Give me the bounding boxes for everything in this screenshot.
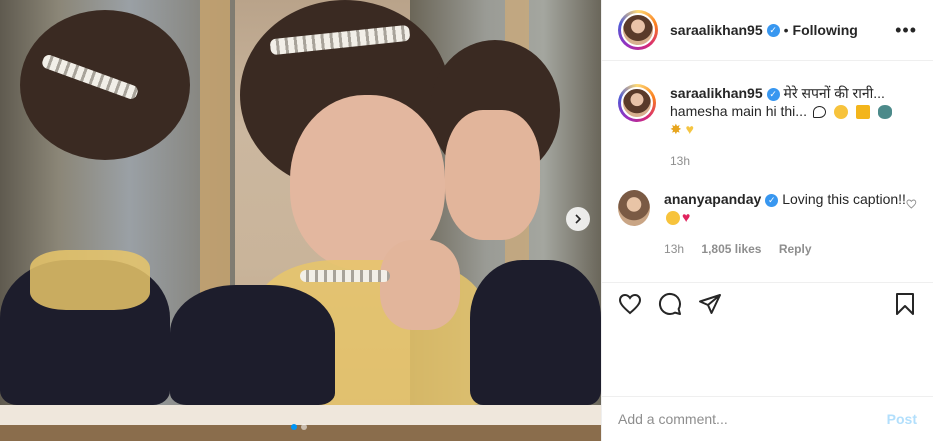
comment-username[interactable]: ananyapanday xyxy=(664,191,761,207)
more-options-icon[interactable]: ••• xyxy=(895,20,917,41)
photo-border xyxy=(0,405,601,441)
comment-button[interactable] xyxy=(658,292,682,316)
share-button[interactable] xyxy=(698,292,722,316)
caption-line1: मेरे सपनों की रानी... xyxy=(783,85,885,101)
carousel-indicator xyxy=(291,424,307,430)
caption-text: saraalikhan95 ✓ मेरे सपनों की रानी... xyxy=(670,84,894,102)
avatar[interactable] xyxy=(621,87,653,119)
header-username[interactable]: saraalikhan95 xyxy=(670,22,763,38)
red-heart-emoji: ♥ xyxy=(682,209,691,225)
add-comment-bar: Post xyxy=(602,396,933,441)
paper-plane-icon xyxy=(699,293,721,314)
thinking-face-emoji xyxy=(833,105,848,120)
caption-avatar-ring[interactable] xyxy=(618,84,656,122)
reflection-face-right xyxy=(445,110,540,240)
reflection-dupatta-left xyxy=(30,250,150,310)
bookmark-icon xyxy=(896,292,914,315)
post-actions xyxy=(602,282,933,324)
post-details-panel: saraalikhan95 ✓ • Following ••• saraalik… xyxy=(601,0,933,441)
avatar[interactable] xyxy=(621,13,655,47)
profile-avatar-ring[interactable] xyxy=(618,10,658,50)
comments-section: saraalikhan95 ✓ मेरे सपनों की रानी... ham… xyxy=(602,62,933,280)
save-button[interactable] xyxy=(893,292,917,316)
speech-bubble-icon xyxy=(812,106,826,119)
yellow-heart-emoji: ♥ xyxy=(685,121,694,137)
following-button[interactable]: Following xyxy=(793,22,858,38)
post-header: saraalikhan95 ✓ • Following ••• xyxy=(602,0,933,61)
comment-bubble-icon xyxy=(658,292,681,315)
next-slide-button[interactable] xyxy=(566,207,590,231)
verified-badge-icon: ✓ xyxy=(766,87,780,101)
carousel-dot-active xyxy=(291,424,297,430)
comment-row: ananyapanday ✓ Loving this caption!! ♥ 13… xyxy=(618,190,917,258)
post-photo[interactable] xyxy=(0,0,601,441)
comment-time[interactable]: 13h xyxy=(664,242,684,256)
verified-badge-icon: ✓ xyxy=(766,23,780,37)
chevron-right-icon xyxy=(575,214,582,224)
flying-saucer-emoji xyxy=(877,105,892,120)
dizzy-star-emoji: ✸ xyxy=(670,121,682,137)
avatar[interactable] xyxy=(618,190,651,226)
separator-dot: • xyxy=(783,22,789,38)
main-necklace xyxy=(300,270,390,282)
comment-text: Loving this caption!! xyxy=(782,191,906,207)
caption-line2-wrap: hamesha main hi thi... xyxy=(670,102,894,120)
like-button[interactable] xyxy=(618,292,642,316)
comment-body: ananyapanday ✓ Loving this caption!! ♥ 13… xyxy=(664,190,906,258)
caption-body: saraalikhan95 ✓ मेरे सपनों की रानी... ham… xyxy=(670,84,894,170)
film-clap-emoji xyxy=(855,105,870,120)
verified-badge-icon: ✓ xyxy=(765,193,779,207)
comment-likes[interactable]: 1,805 likes xyxy=(701,242,761,256)
heart-icon xyxy=(618,293,642,314)
post-comment-button[interactable]: Post xyxy=(887,411,917,427)
caption-time[interactable]: 13h xyxy=(670,154,690,168)
reflection-outfit-right xyxy=(470,260,601,405)
caption-row: saraalikhan95 ✓ मेरे सपनों की रानी... ham… xyxy=(618,84,917,170)
comment-text-line: ananyapanday ✓ Loving this caption!! ♥ xyxy=(664,190,906,226)
carousel-dot xyxy=(301,424,307,430)
caption-line2: hamesha main hi thi... xyxy=(670,103,807,119)
comment-meta: 13h 1,805 likes Reply xyxy=(664,240,906,258)
laughing-tears-emoji xyxy=(666,211,681,226)
caption-line3: ✸ ♥ xyxy=(670,120,894,138)
reply-button[interactable]: Reply xyxy=(779,242,812,256)
main-blouse-left xyxy=(170,285,335,405)
caption-username[interactable]: saraalikhan95 xyxy=(670,85,763,101)
add-comment-input[interactable] xyxy=(618,411,887,427)
caption-meta: 13h xyxy=(670,152,894,170)
like-comment-heart-icon[interactable] xyxy=(906,198,917,210)
main-hand xyxy=(380,240,460,330)
